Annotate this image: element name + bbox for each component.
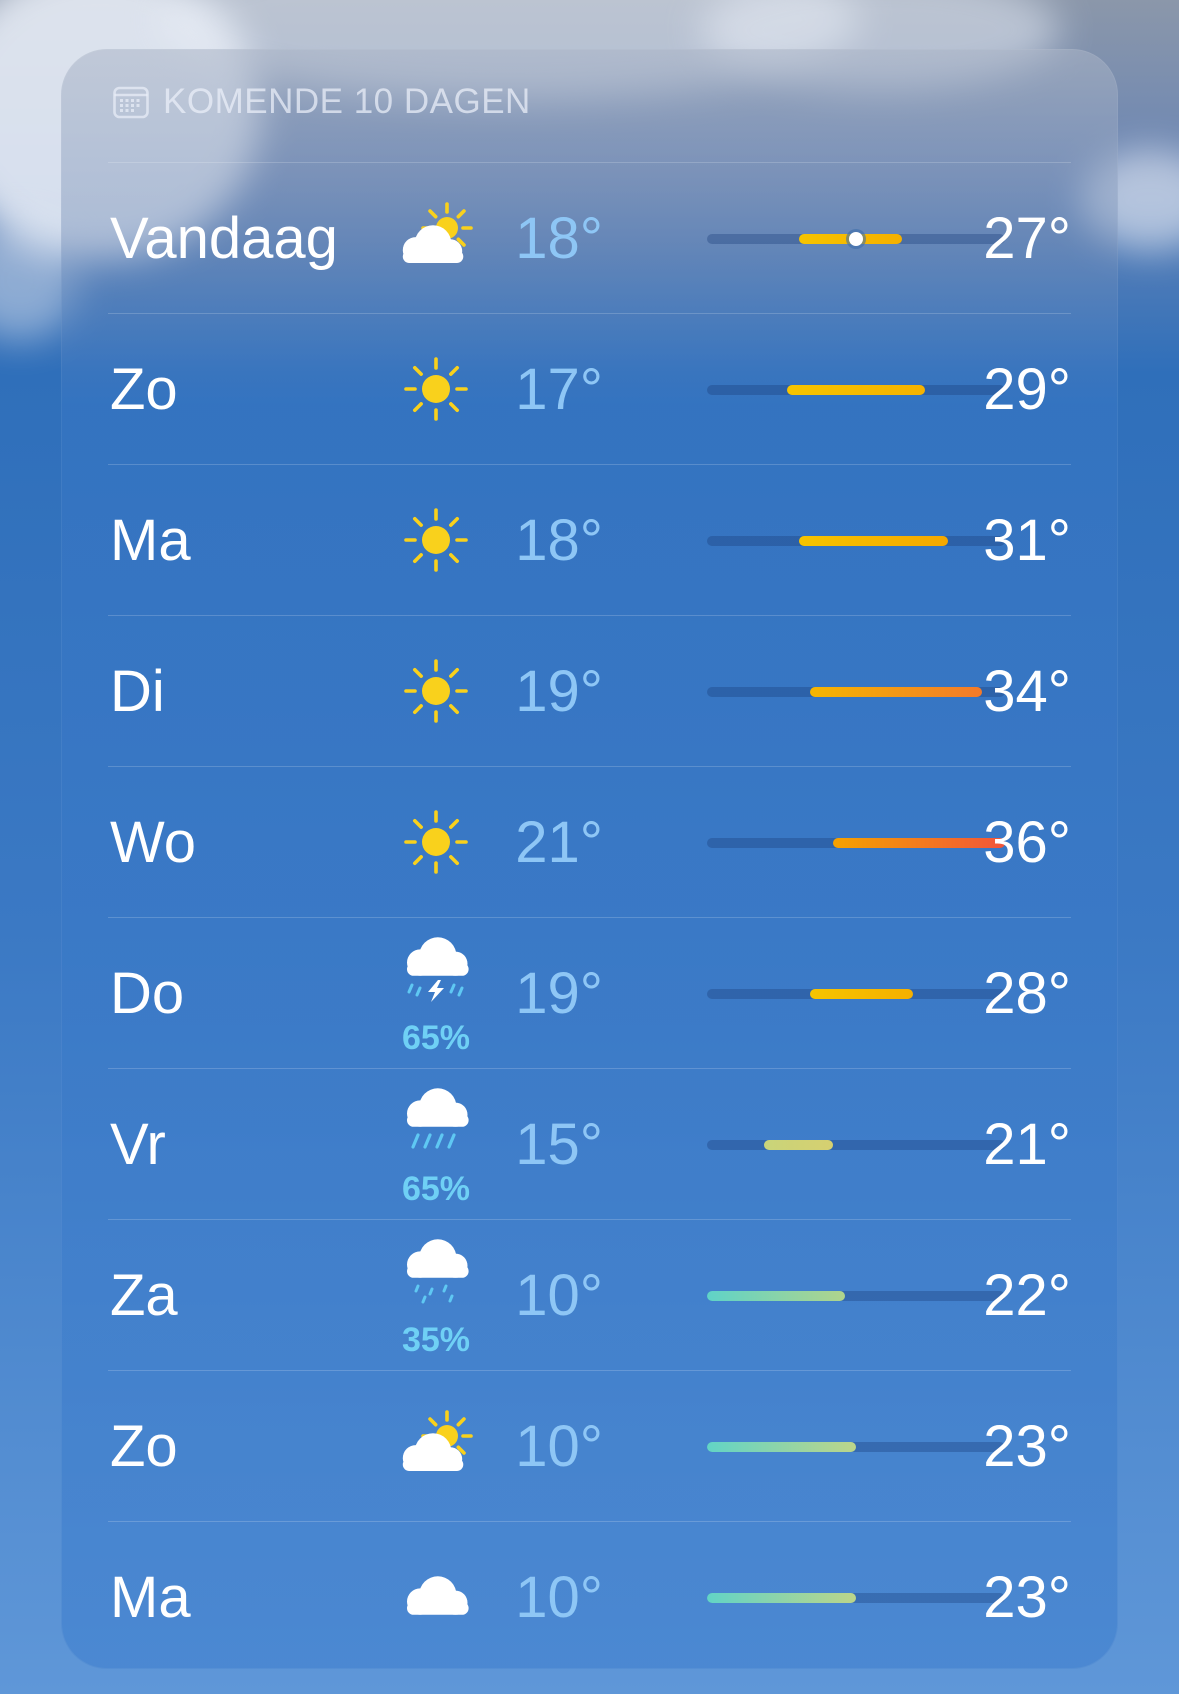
low-temperature: 18°: [515, 206, 603, 271]
low-temperature: 21°: [515, 810, 603, 875]
temperature-range-bar: [810, 989, 914, 999]
temperature-range-bar: [707, 1291, 845, 1301]
low-temperature: 19°: [515, 659, 603, 724]
forecast-row[interactable]: Ma 10° 23°: [108, 1521, 1071, 1669]
forecast-row[interactable]: Vandaag 18° 27°: [108, 162, 1071, 314]
day-label: Di: [110, 659, 165, 724]
ten-day-forecast-card[interactable]: KOMENDE 10 DAGEN Vandaag 18° 27° Zo 17° 29° M…: [61, 49, 1118, 1669]
forecast-row[interactable]: Wo 21° 36°: [108, 766, 1071, 918]
day-label: Do: [110, 961, 185, 1026]
day-label: Vr: [110, 1112, 166, 1177]
temperature-range-bar: [787, 385, 925, 395]
low-temperature: 10°: [515, 1414, 603, 1479]
forecast-row[interactable]: Zo 10° 23°: [108, 1370, 1071, 1522]
temperature-range-bar: [707, 1593, 856, 1603]
low-temperature: 17°: [515, 357, 603, 422]
temperature-range-bar: [764, 1140, 834, 1150]
day-label: Ma: [110, 1565, 191, 1630]
low-temperature: 18°: [515, 508, 603, 573]
low-temperature: 19°: [515, 961, 603, 1026]
high-temperature: 36°: [983, 810, 1071, 875]
high-temperature: 23°: [983, 1414, 1071, 1479]
high-temperature: 31°: [983, 508, 1071, 573]
high-temperature: 22°: [983, 1263, 1071, 1328]
high-temperature: 28°: [983, 961, 1071, 1026]
high-temperature: 21°: [983, 1112, 1071, 1177]
temperature-range-bar: [707, 1442, 856, 1452]
high-temperature: 29°: [983, 357, 1071, 422]
high-temperature: 23°: [983, 1565, 1071, 1630]
day-label: Zo: [110, 357, 178, 422]
low-temperature: 10°: [515, 1263, 603, 1328]
forecast-header: KOMENDE 10 DAGEN: [113, 82, 531, 121]
calendar-icon: [113, 86, 149, 119]
low-temperature: 15°: [515, 1112, 603, 1177]
forecast-row[interactable]: Za 35% 10° 22°: [108, 1219, 1071, 1371]
high-temperature: 34°: [983, 659, 1071, 724]
day-label: Zo: [110, 1414, 178, 1479]
day-label: Ma: [110, 508, 191, 573]
current-temperature-dot: [849, 232, 863, 246]
day-label: Za: [110, 1263, 178, 1328]
forecast-title: KOMENDE 10 DAGEN: [163, 82, 531, 121]
forecast-row[interactable]: Vr 65% 15° 21°: [108, 1068, 1071, 1220]
forecast-row[interactable]: Do 65% 19° 28°: [108, 917, 1071, 1069]
forecast-row[interactable]: Zo 17° 29°: [108, 313, 1071, 465]
high-temperature: 27°: [983, 206, 1071, 271]
low-temperature: 10°: [515, 1565, 603, 1630]
temperature-range-bar: [798, 536, 948, 546]
forecast-row[interactable]: Ma 18° 31°: [108, 464, 1071, 616]
day-label: Wo: [110, 810, 196, 875]
day-label: Vandaag: [110, 206, 338, 271]
forecast-row[interactable]: Di 19° 34°: [108, 615, 1071, 767]
